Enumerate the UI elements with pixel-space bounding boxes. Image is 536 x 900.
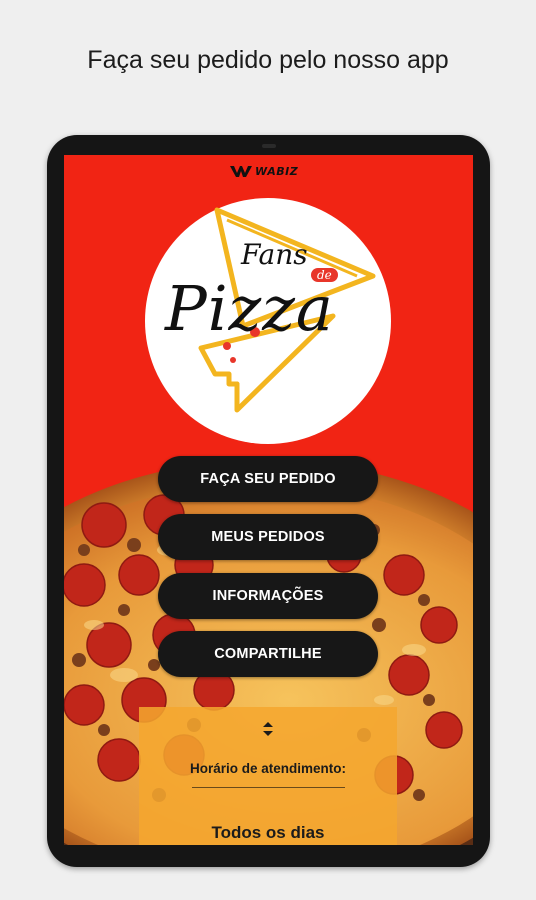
- information-button[interactable]: INFORMAÇÕES: [158, 573, 378, 619]
- hours-days: Todos os dias: [211, 823, 325, 842]
- hours-label: Horário de atendimento:: [189, 761, 346, 776]
- hours-divider: [192, 787, 345, 788]
- page-headline: Faça seu pedido pelo nosso app: [87, 46, 449, 74]
- wabiz-brand: WABIZ: [230, 163, 298, 179]
- opening-hours-panel: Horário de atendimento: Todos os dias: [139, 707, 397, 845]
- app-screen: WABIZ Fans de Pizza FAÇA SEU PEDIDO MEUS…: [64, 155, 473, 845]
- my-orders-button[interactable]: MEUS PEDIDOS: [158, 514, 378, 560]
- logo-word-pizza: Pizza: [165, 272, 334, 345]
- brand-name: WABIZ: [255, 164, 299, 178]
- logo-word-fans: Fans: [241, 238, 308, 271]
- share-button[interactable]: COMPARTILHE: [158, 631, 378, 677]
- wabiz-logo-icon: [230, 165, 252, 177]
- tablet-frame: WABIZ Fans de Pizza FAÇA SEU PEDIDO MEUS…: [47, 135, 490, 867]
- camera-notch: [262, 144, 276, 148]
- restaurant-logo: Fans de Pizza: [145, 198, 391, 444]
- scroll-chevrons-icon[interactable]: [261, 719, 275, 739]
- order-button[interactable]: FAÇA SEU PEDIDO: [158, 456, 378, 502]
